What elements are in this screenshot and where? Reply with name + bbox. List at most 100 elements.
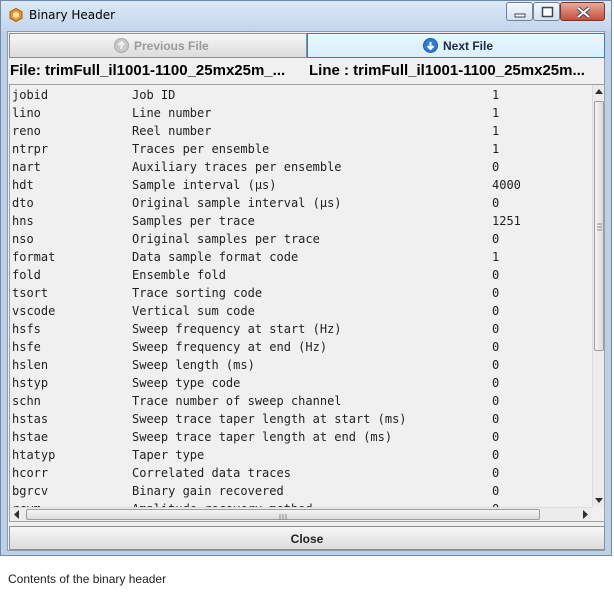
table-row: hcorr Correlated data traces 0 [10,463,592,481]
header-key: reno [12,124,41,138]
previous-file-label: Previous File [134,39,209,53]
minimize-icon [514,13,526,18]
header-value: 1 [492,124,500,138]
table-row: hdt Sample interval (µs) 4000 [10,175,592,193]
header-value: 1 [492,88,500,102]
header-key: hns [12,214,34,228]
header-value: 0 [492,358,500,372]
window-title: Binary Header [29,8,116,22]
close-button-label: Close [290,532,324,546]
header-description: Line number [132,106,212,120]
table-row: reno Reel number 1 [10,121,592,139]
previous-file-button[interactable]: Previous File [9,33,307,58]
header-description: Auxiliary traces per ensemble [132,160,342,174]
header-description: Samples per trace [132,214,255,228]
header-value: 0 [492,160,500,174]
header-key: tsort [12,286,49,300]
table-row: hstas Sweep trace taper length at start (… [10,409,592,427]
header-description: Correlated data traces [132,466,291,480]
scroll-left-icon[interactable] [10,508,24,522]
table-row: hsfs Sweep frequency at start (Hz) 0 [10,319,592,337]
binary-header-window: Binary Header Previous File Next File Fi… [0,0,612,556]
header-key: jobid [12,88,49,102]
scroll-right-icon[interactable] [578,508,592,522]
header-key: hstae [12,430,49,444]
table-row: tsort Trace sorting code 0 [10,283,592,301]
header-description: Sweep length (ms) [132,358,255,372]
header-value: 0 [492,448,500,462]
header-description: Job ID [132,88,176,102]
scroll-down-icon[interactable] [593,493,605,507]
header-description: Sweep trace taper length at end (ms) [132,430,393,444]
window-close-button[interactable] [560,2,605,21]
header-description: Sweep frequency at start (Hz) [132,322,342,336]
header-value: 0 [492,376,500,390]
header-key: hsfe [12,340,41,354]
header-key: hstas [12,412,49,426]
previous-arrow-icon [114,38,129,53]
header-value: 0 [492,196,500,210]
header-key: nso [12,232,34,246]
header-description: Trace number of sweep channel [132,394,342,408]
header-key: dto [12,196,34,210]
table-row: jobid Job ID 1 [10,85,592,103]
header-key: nart [12,160,41,174]
next-file-button[interactable]: Next File [307,33,605,58]
table-row: lino Line number 1 [10,103,592,121]
table-row: vscode Vertical sum code 0 [10,301,592,319]
scroll-up-icon[interactable] [593,85,605,99]
maximize-button[interactable] [533,2,560,21]
header-value: 0 [492,286,500,300]
header-key: bgrcv [12,484,49,498]
line-name-label: Line : trimFull_il1001-1100_25mx25m... [309,62,585,79]
header-description: Sweep type code [132,376,241,390]
header-key: schn [12,394,41,408]
figure-caption: Contents of the binary header [8,572,167,586]
file-name-label: File: trimFull_il1001-1100_25mx25m_... [10,62,286,79]
header-description: Reel number [132,124,212,138]
header-description: Taper type [132,448,205,462]
header-key: htatyp [12,448,56,462]
header-description: Vertical sum code [132,304,255,318]
header-value: 0 [492,232,500,246]
vertical-scroll-thumb[interactable] [594,101,604,351]
file-navigation: Previous File Next File [9,33,605,58]
header-key: ntrpr [12,142,49,156]
next-arrow-icon [423,38,438,53]
header-value: 0 [492,340,500,354]
grip-icon [597,223,602,231]
maximize-icon [541,6,554,18]
header-key: hstyp [12,376,49,390]
table-row: nart Auxiliary traces per ensemble 0 [10,157,592,175]
header-description: Original samples per trace [132,232,320,246]
header-rows: jobid Job ID 1 lino Line number 1 reno Reel num… [10,85,592,507]
header-key: hcorr [12,466,49,480]
header-value: 1 [492,106,500,120]
minimize-button[interactable] [506,2,533,21]
horizontal-scrollbar[interactable] [10,507,592,521]
header-value: 0 [492,466,500,480]
scroll-corner [592,507,604,521]
header-value: 1251 [492,214,521,228]
file-info: File: trimFull_il1001-1100_25mx25m_... L… [9,60,605,82]
header-value: 4000 [492,178,521,192]
table-row: hns Samples per trace 1251 [10,211,592,229]
table-row: htatyp Taper type 0 [10,445,592,463]
horizontal-scroll-thumb[interactable] [26,509,540,520]
header-key: hslen [12,358,49,372]
header-value: 0 [492,412,500,426]
header-description: Traces per ensemble [132,142,270,156]
header-description: Sweep frequency at end (Hz) [132,340,328,354]
table-row: hslen Sweep length (ms) 0 [10,355,592,373]
header-value: 0 [492,304,500,318]
title-bar[interactable]: Binary Header [1,1,611,31]
vertical-scrollbar[interactable] [592,85,605,507]
header-key: hsfs [12,322,41,336]
header-value: 0 [492,484,500,498]
header-value: 0 [492,322,500,336]
table-row: hsfe Sweep frequency at end (Hz) 0 [10,337,592,355]
table-row: nso Original samples per trace 0 [10,229,592,247]
header-value: 0 [492,430,500,444]
header-key: vscode [12,304,56,318]
close-button[interactable]: Close [9,526,605,550]
